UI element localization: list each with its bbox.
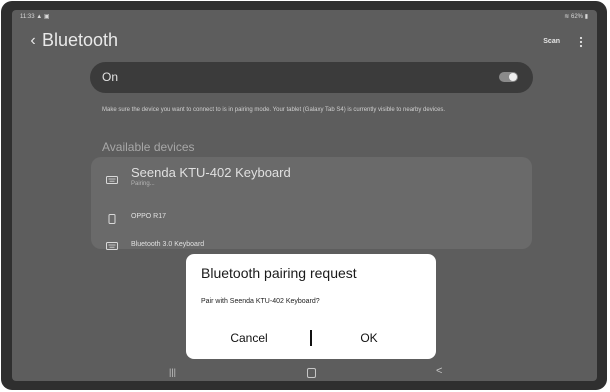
dialog-message: Pair with Seenda KTU-402 Keyboard? — [201, 298, 320, 305]
toggle-label: On — [102, 70, 119, 84]
status-right: ≋ 62% ▮ — [564, 13, 588, 20]
status-left: 11:33 ▲ ▣ — [20, 13, 50, 20]
device-name: Seenda KTU-402 Keyboard — [131, 165, 291, 180]
status-time: 11:33 — [20, 14, 35, 20]
phone-icon — [106, 211, 118, 224]
device-item-bt30[interactable]: Bluetooth 3.0 Keyboard — [91, 233, 532, 253]
device-name: Bluetooth 3.0 Keyboard — [131, 241, 205, 248]
home-icon[interactable] — [307, 368, 316, 378]
status-icons: ▲ ▣ — [36, 14, 50, 20]
device-status: Pairing... — [131, 181, 155, 187]
bluetooth-toggle-switch[interactable] — [499, 72, 518, 82]
navigation-bar: ||| < — [12, 365, 597, 381]
back-icon[interactable]: ‹ — [26, 32, 40, 50]
cancel-button[interactable]: Cancel — [204, 331, 294, 345]
ok-button[interactable]: OK — [324, 331, 414, 345]
wifi-icon: ≋ — [564, 14, 570, 20]
screen: 11:33 ▲ ▣ ≋ 62% ▮ ‹ Bluetooth Scan On Ma… — [12, 10, 597, 381]
page-title: Bluetooth — [42, 30, 119, 50]
scan-button[interactable]: Scan — [543, 38, 560, 45]
keyboard-icon — [106, 238, 118, 250]
keyboard-icon — [106, 172, 118, 184]
device-name: OPPO R17 — [131, 213, 167, 220]
dialog-title: Bluetooth pairing request — [201, 265, 357, 281]
pairing-info-text: Make sure the device you want to connect… — [102, 107, 446, 113]
device-item-oppo[interactable]: OPPO R17 — [91, 206, 532, 226]
status-bar: 11:33 ▲ ▣ ≋ 62% ▮ — [12, 10, 597, 24]
pairing-dialog: Bluetooth pairing request Pair with Seen… — [186, 254, 436, 359]
battery-icon: ▮ — [584, 14, 588, 20]
toggle-knob — [509, 73, 517, 81]
device-item-seenda[interactable]: Seenda KTU-402 Keyboard Pairing... — [91, 157, 532, 191]
device-list: Seenda KTU-402 Keyboard Pairing... OPPO … — [91, 157, 532, 250]
available-devices-title: Available devices — [102, 140, 195, 154]
nav-back-icon[interactable]: < — [436, 365, 442, 377]
dialog-button-divider — [310, 330, 312, 346]
title-bar: ‹ Bluetooth Scan — [12, 28, 597, 56]
bluetooth-toggle-row[interactable]: On — [90, 62, 533, 93]
recents-icon[interactable]: ||| — [169, 366, 176, 378]
tablet-frame: 11:33 ▲ ▣ ≋ 62% ▮ ‹ Bluetooth Scan On Ma… — [1, 1, 607, 390]
more-options-icon[interactable] — [576, 35, 586, 48]
battery-percent: 62% — [571, 14, 584, 20]
